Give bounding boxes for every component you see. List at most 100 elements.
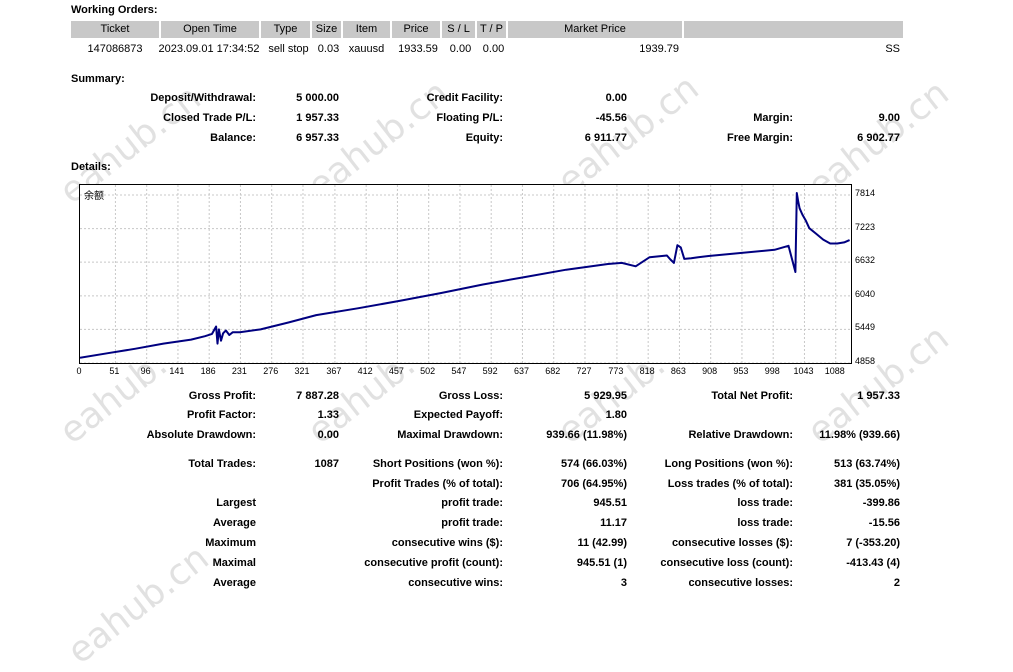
col-header-item: Item <box>343 21 390 38</box>
deposit-label: Deposit/Withdrawal: <box>150 92 256 104</box>
total-trades-value: 1087 <box>314 458 339 470</box>
order-open-time: 2023.09.01 17:34:52 <box>158 43 260 55</box>
balance-chart <box>79 184 852 364</box>
largest-loss-value: -399.86 <box>862 497 900 509</box>
working-orders-title: Working Orders: <box>71 4 158 16</box>
chart-x-tick-label: 96 <box>140 366 151 376</box>
order-price: 1933.59 <box>398 43 438 55</box>
avg-cons-wins-value: 3 <box>620 577 627 589</box>
max-cons-wins-label: consecutive wins ($): <box>391 537 503 549</box>
long-positions-label: Long Positions (won %): <box>664 458 793 470</box>
short-positions-value: 574 (66.03%) <box>560 458 627 470</box>
chart-x-tick-label: 321 <box>294 366 310 376</box>
col-header-ticket: Ticket <box>71 21 159 38</box>
chart-x-tick-label: 592 <box>482 366 498 376</box>
chart-x-tick-label: 276 <box>263 366 279 376</box>
chart-x-tick-label: 818 <box>639 366 655 376</box>
avg-cons-wins-label: consecutive wins: <box>408 577 503 589</box>
long-positions-value: 513 (63.74%) <box>833 458 900 470</box>
credit-label: Credit Facility: <box>426 92 503 104</box>
profit-trades-label: Profit Trades (% of total): <box>372 478 503 490</box>
chart-y-tick-label: 7814 <box>855 188 876 198</box>
average2-label: Average <box>212 577 256 589</box>
chart-plot-area <box>80 185 851 363</box>
chart-x-tick-label: 231 <box>231 366 247 376</box>
gross-profit-value: 7 887.28 <box>296 390 339 402</box>
closed-pl-value: 1 957.33 <box>296 112 339 124</box>
order-market-price: 1939.79 <box>639 43 679 55</box>
chart-y-tick-label: 4858 <box>855 356 876 366</box>
margin-value: 9.00 <box>878 112 900 124</box>
loss-trades-label: Loss trades (% of total): <box>667 478 793 490</box>
avg-loss-value: -15.56 <box>868 517 900 529</box>
chart-x-tick-label: 186 <box>200 366 216 376</box>
order-sl: 0.00 <box>449 43 472 55</box>
credit-value: 0.00 <box>605 92 627 104</box>
gross-profit-label: Gross Profit: <box>188 390 256 402</box>
chart-x-tick-label: 0 <box>76 366 82 376</box>
col-header-comment <box>684 21 903 38</box>
chart-y-tick-label: 7223 <box>855 221 876 232</box>
total-net-profit-label: Total Net Profit: <box>711 390 793 402</box>
maximal-drawdown-label: Maximal Drawdown: <box>397 429 503 441</box>
summary-title: Summary: <box>71 73 125 85</box>
loss-trades-value: 381 (35.05%) <box>833 478 900 490</box>
free-margin-value: 6 902.77 <box>857 132 900 144</box>
chart-title: 余额 <box>84 191 104 202</box>
avg-loss-label: loss trade: <box>737 517 793 529</box>
relative-drawdown-label: Relative Drawdown: <box>688 429 793 441</box>
balance-value: 6 957.33 <box>296 132 339 144</box>
chart-x-tick-label: 1043 <box>793 366 814 376</box>
chart-x-tick-label: 953 <box>733 366 749 376</box>
gross-loss-label: Gross Loss: <box>438 390 503 402</box>
chart-x-tick-label: 998 <box>764 366 780 376</box>
profit-factor-label: Profit Factor: <box>186 409 256 421</box>
order-item: xauusd <box>348 43 385 55</box>
chart-x-tick-label: 727 <box>576 366 592 376</box>
chart-x-tick-label: 773 <box>608 366 624 376</box>
chart-x-tick-label: 547 <box>451 366 467 376</box>
col-header-type: Type <box>261 21 310 38</box>
avg-cons-losses-value: 2 <box>893 577 900 589</box>
chart-x-tick-label: 637 <box>513 366 529 376</box>
floating-pl-label: Floating P/L: <box>436 112 503 124</box>
maximal-cons-loss-label: consecutive loss (count): <box>660 557 793 569</box>
expected-payoff-label: Expected Payoff: <box>413 409 503 421</box>
col-header-price: Price <box>392 21 440 38</box>
col-header-market-price: Market Price <box>508 21 682 38</box>
chart-y-tick-label: 6632 <box>855 255 876 266</box>
col-header-open-time: Open Time <box>161 21 259 38</box>
chart-x-tick-label: 141 <box>169 366 185 376</box>
chart-x-tick-label: 412 <box>357 366 373 376</box>
col-header-tp: T / P <box>477 21 506 38</box>
largest-loss-label: loss trade: <box>737 497 793 509</box>
chart-x-tick-label: 682 <box>545 366 561 376</box>
order-type: sell stop <box>268 43 309 55</box>
average-label: Average <box>212 517 256 529</box>
chart-x-tick-label: 502 <box>420 366 436 376</box>
max-cons-losses-label: consecutive losses ($): <box>671 537 793 549</box>
total-net-profit-value: 1 957.33 <box>857 390 900 402</box>
chart-x-tick-label: 51 <box>109 366 120 376</box>
order-ticket: 147086873 <box>87 43 143 55</box>
avg-profit-label: profit trade: <box>441 517 503 529</box>
chart-x-tick-label: 457 <box>388 366 404 376</box>
short-positions-label: Short Positions (won %): <box>372 458 503 470</box>
deposit-value: 5 000.00 <box>296 92 339 104</box>
order-size: 0.03 <box>317 43 340 55</box>
order-tp: 0.00 <box>482 43 505 55</box>
maximal-cons-profit-value: 945.51 (1) <box>576 557 627 569</box>
chart-x-tick-label: 367 <box>326 366 342 376</box>
equity-value: 6 911.77 <box>584 132 627 144</box>
gross-loss-value: 5 929.95 <box>584 390 627 402</box>
maximal-label: Maximal <box>212 557 256 569</box>
balance-label: Balance: <box>210 132 256 144</box>
avg-profit-value: 11.17 <box>600 517 627 529</box>
details-title: Details: <box>71 161 111 173</box>
absolute-drawdown-label: Absolute Drawdown: <box>146 429 256 441</box>
max-cons-losses-value: 7 (-353.20) <box>846 537 900 549</box>
chart-series-line <box>80 192 850 359</box>
largest-profit-value: 945.51 <box>593 497 627 509</box>
largest-profit-label: profit trade: <box>441 497 503 509</box>
equity-label: Equity: <box>465 132 503 144</box>
